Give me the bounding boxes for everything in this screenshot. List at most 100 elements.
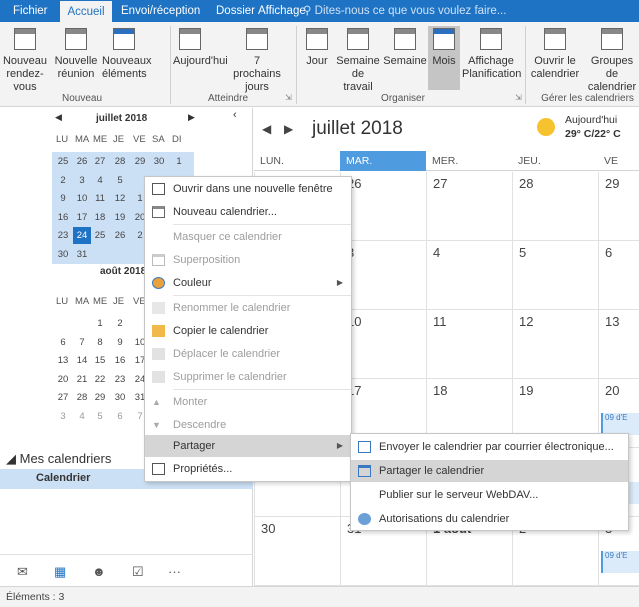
- new-meeting-button[interactable]: Nouvelle réunion: [52, 26, 100, 81]
- mini-calendar-day[interactable]: 17: [73, 209, 91, 226]
- menu-item-share-calendar[interactable]: Partager le calendrier: [351, 460, 628, 482]
- collapse-pane-icon[interactable]: ‹: [233, 109, 237, 121]
- mini-calendar-day[interactable]: 6: [54, 334, 72, 351]
- mini-calendar-day[interactable]: 11: [91, 190, 109, 207]
- mini-calendar-day[interactable]: 28: [73, 389, 91, 406]
- calendar-day-cell[interactable]: 30: [254, 517, 340, 586]
- mini-calendar-day[interactable]: 26: [73, 153, 91, 170]
- more-icon[interactable]: ···: [168, 564, 181, 579]
- menu-item-share[interactable]: Partager ▶: [145, 435, 351, 457]
- calendar-day-cell[interactable]: 27: [426, 172, 512, 241]
- calendar-icon[interactable]: ▦: [54, 564, 66, 580]
- open-calendar-button[interactable]: Ouvrir le calendrier: [528, 26, 582, 81]
- mini-calendar-day[interactable]: 30: [54, 246, 72, 263]
- calendar-day-cell[interactable]: 6: [598, 241, 639, 310]
- menu-item-properties[interactable]: Propriétés...: [145, 458, 351, 480]
- mini-calendar-day[interactable]: 27: [54, 389, 72, 406]
- mini-calendar-day[interactable]: 12: [111, 190, 129, 207]
- menu-item-new-calendar[interactable]: Nouveau calendrier...: [145, 201, 351, 223]
- calendar-day-cell[interactable]: 5: [512, 241, 598, 310]
- menu-item-copy-calendar[interactable]: Copier le calendrier: [145, 320, 351, 342]
- mini-calendar-day[interactable]: 13: [54, 352, 72, 369]
- calendar-groups-button[interactable]: Groupes de calendrier: [584, 26, 639, 94]
- mini-calendar-day[interactable]: 25: [91, 227, 109, 244]
- menu-item-open-new-window[interactable]: Ouvrir dans une nouvelle fenêtre: [145, 178, 351, 200]
- calendar-day-cell[interactable]: 13: [598, 310, 639, 379]
- tab-folder[interactable]: Dossier: [216, 0, 255, 22]
- calendar-event[interactable]: 09 d'E: [601, 551, 639, 573]
- mini-calendar-day[interactable]: 8: [91, 334, 109, 351]
- people-icon[interactable]: ☻: [92, 564, 106, 579]
- menu-item-delete-calendar[interactable]: Supprimer le calendrier: [145, 366, 351, 388]
- month-view-button[interactable]: Mois: [428, 26, 460, 90]
- menu-item-hide-calendar[interactable]: Masquer ce calendrier: [145, 226, 351, 248]
- mini-calendar-day[interactable]: 15: [91, 352, 109, 369]
- schedule-view-button[interactable]: Affichage Planification: [462, 26, 521, 81]
- mini-calendar-day[interactable]: 16: [54, 209, 72, 226]
- calendar-day-cell[interactable]: 4: [426, 241, 512, 310]
- menu-item-email-calendar[interactable]: Envoyer le calendrier par courrier élect…: [351, 436, 628, 458]
- mini-calendar-day[interactable]: 23: [54, 227, 72, 244]
- tab-file[interactable]: Fichier: [13, 0, 48, 22]
- menu-item-move-down[interactable]: ▼ Descendre: [145, 414, 351, 436]
- mini-calendar-day[interactable]: 5: [111, 172, 129, 189]
- calendar-day-cell[interactable]: 3: [340, 241, 426, 310]
- mini-calendar-day[interactable]: 4: [73, 408, 91, 425]
- calendar-day-cell[interactable]: 11: [426, 310, 512, 379]
- mini-calendar-day[interactable]: 29: [131, 153, 149, 170]
- mail-icon[interactable]: ✉: [17, 564, 28, 580]
- tab-send-receive[interactable]: Envoi/réception: [121, 0, 200, 22]
- mini-calendar-day[interactable]: 16: [111, 352, 129, 369]
- mini-calendar-day[interactable]: 3: [73, 172, 91, 189]
- mini-calendar-day[interactable]: 2: [111, 315, 129, 332]
- next-month-icon[interactable]: ▶: [188, 112, 195, 123]
- mini-calendar-day[interactable]: 9: [111, 334, 129, 351]
- mini-calendar-day[interactable]: 2: [54, 172, 72, 189]
- calendar-day-cell[interactable]: 10: [340, 310, 426, 379]
- mini-calendar-day[interactable]: 10: [73, 190, 91, 207]
- mini-calendar-day[interactable]: 22: [91, 371, 109, 388]
- calendar-day-cell[interactable]: 29: [598, 172, 639, 241]
- tab-home[interactable]: Accueil: [60, 0, 112, 22]
- mini-calendar-day[interactable]: 30: [111, 389, 129, 406]
- mini-calendar-day[interactable]: 29: [91, 389, 109, 406]
- dialog-launcher-icon[interactable]: ⇲: [285, 93, 292, 102]
- mini-calendar-day[interactable]: 23: [111, 371, 129, 388]
- mini-calendar-day[interactable]: 26: [111, 227, 129, 244]
- dialog-launcher-icon[interactable]: ⇲: [515, 93, 522, 102]
- mini-calendar-day[interactable]: 9: [54, 190, 72, 207]
- today-button[interactable]: Aujourd'hui: [173, 26, 228, 68]
- new-appointment-button[interactable]: Nouveau rendez-vous: [2, 26, 48, 94]
- mini-calendar-day[interactable]: 30: [150, 153, 168, 170]
- mini-calendar-day[interactable]: 5: [91, 408, 109, 425]
- mini-calendar-day[interactable]: 31: [73, 246, 91, 263]
- mini-calendar-day[interactable]: 19: [111, 209, 129, 226]
- previous-month-icon[interactable]: ◀: [262, 122, 271, 136]
- mini-calendar-day[interactable]: 3: [54, 408, 72, 425]
- menu-item-publish-webdav[interactable]: Publier sur le serveur WebDAV...: [351, 484, 628, 506]
- menu-item-move-up[interactable]: ▲ Monter: [145, 391, 351, 413]
- mini-calendar-day[interactable]: 18: [91, 209, 109, 226]
- menu-item-overlay[interactable]: Superposition: [145, 249, 351, 271]
- mini-calendar-day[interactable]: 4: [91, 172, 109, 189]
- mini-calendar-day[interactable]: 24: [73, 227, 91, 244]
- mini-calendar-day[interactable]: 1: [91, 315, 109, 332]
- my-calendars-header[interactable]: ◢ Mes calendriers: [6, 451, 111, 467]
- menu-item-move-calendar[interactable]: Déplacer le calendrier: [145, 343, 351, 365]
- mini-calendar-day[interactable]: 6: [111, 408, 129, 425]
- work-week-view-button[interactable]: Semaine de travail: [336, 26, 380, 94]
- next-7-days-button[interactable]: 7 prochains jours: [232, 26, 282, 94]
- mini-calendar-day[interactable]: 7: [73, 334, 91, 351]
- week-view-button[interactable]: Semaine: [382, 26, 428, 68]
- mini-calendar-day[interactable]: 1: [170, 153, 188, 170]
- calendar-day-cell[interactable]: 26: [340, 172, 426, 241]
- menu-item-color[interactable]: Couleur ▶: [145, 272, 351, 294]
- day-view-button[interactable]: Jour: [302, 26, 332, 68]
- next-month-icon[interactable]: ▶: [284, 122, 293, 136]
- calendar-event[interactable]: 09 d'E: [601, 413, 639, 435]
- prev-month-icon[interactable]: ◀: [55, 112, 62, 123]
- mini-calendar-day[interactable]: 25: [54, 153, 72, 170]
- mini-calendar-day[interactable]: 21: [73, 371, 91, 388]
- tell-me-box[interactable]: ⚲ Dites-nous ce que vous voulez faire...: [303, 0, 506, 22]
- tab-view[interactable]: Affichage: [258, 0, 306, 22]
